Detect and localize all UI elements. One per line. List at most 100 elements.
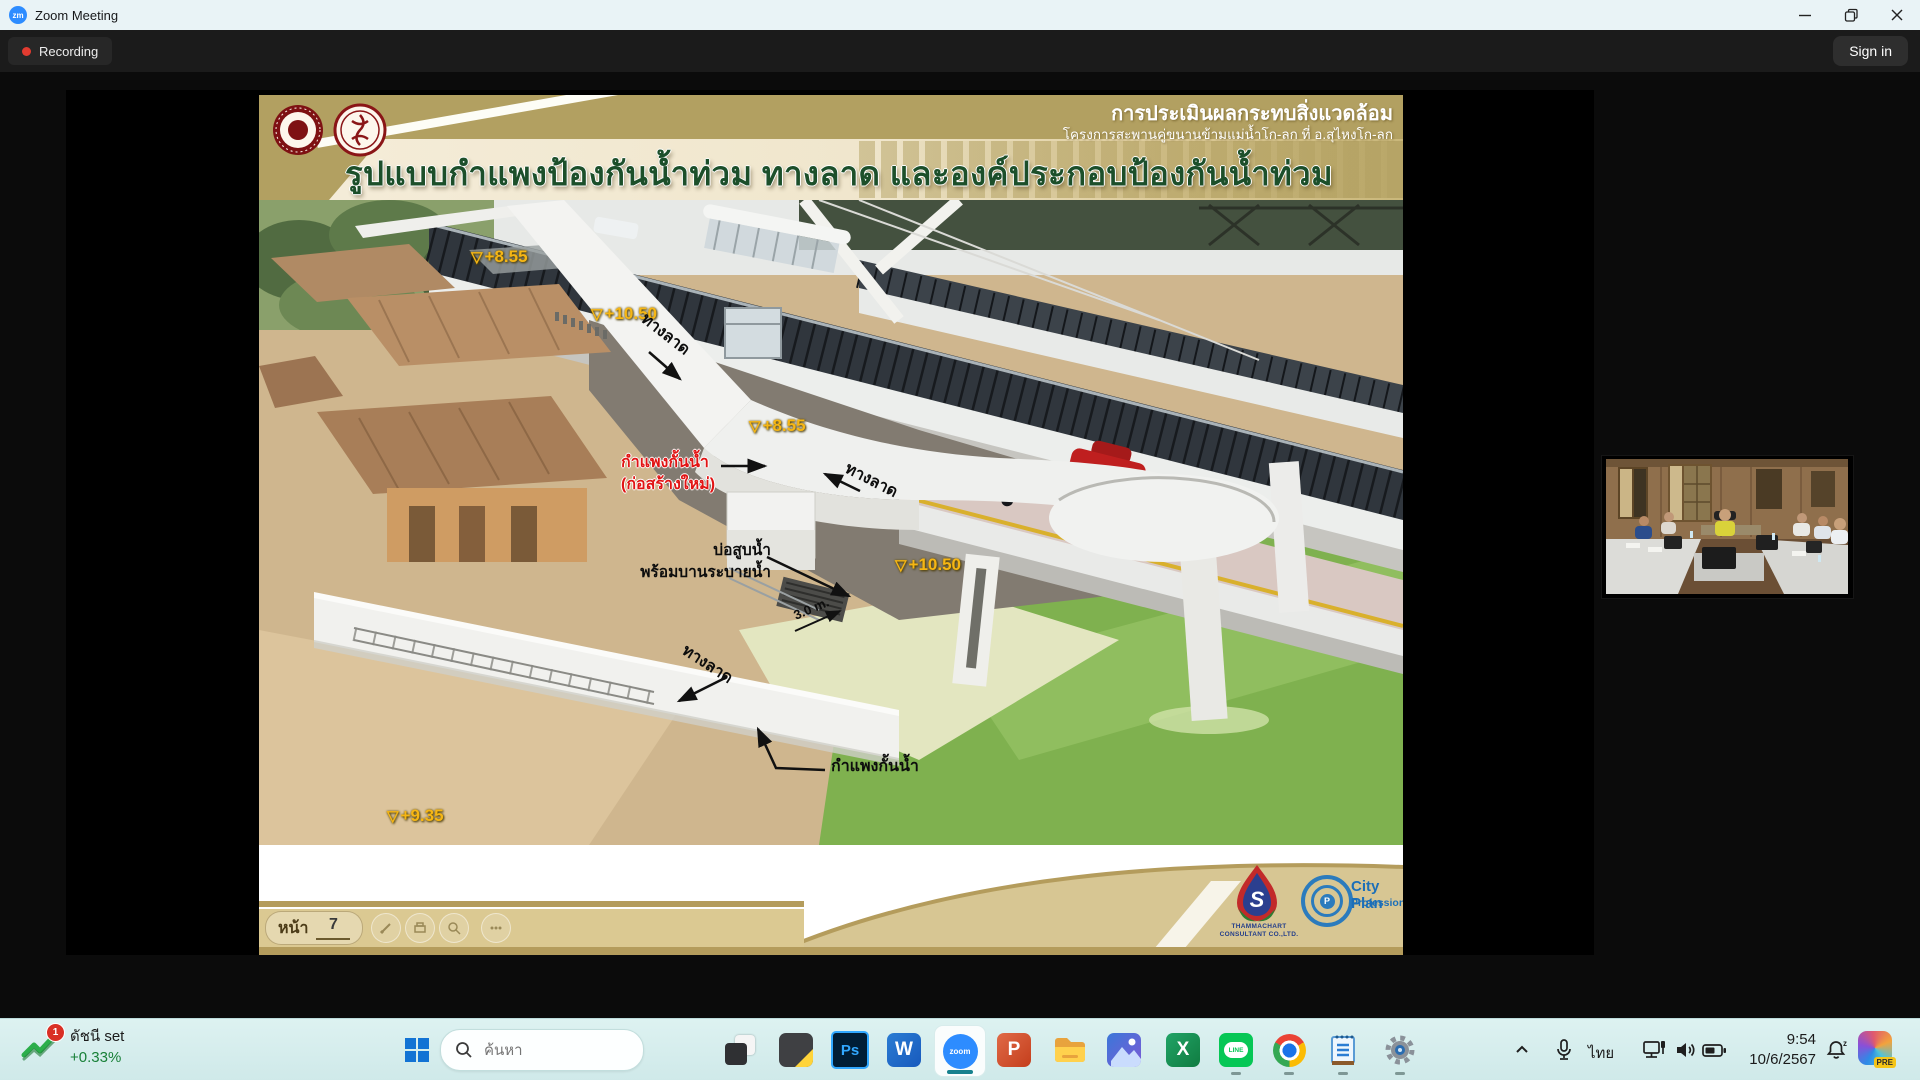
- meeting-toolbar: Recording Sign in: [0, 30, 1920, 72]
- widget-badge: 1: [46, 1023, 65, 1042]
- language-indicator[interactable]: ไทย: [1588, 1041, 1614, 1065]
- elevation-marker: ▽+10.50: [895, 555, 961, 575]
- network-tray-button[interactable]: [1638, 1033, 1670, 1067]
- search-tool-icon[interactable]: [439, 913, 469, 943]
- taskbar: 1 ดัชนี set +0.33% Ps: [0, 1018, 1920, 1080]
- recording-label: Recording: [39, 44, 98, 59]
- shared-screen: การประเมินผลกระทบสิ่งแวดล้อม โครงการสะพา…: [66, 90, 1594, 955]
- photos-button[interactable]: [1101, 1027, 1147, 1073]
- sign-in-button[interactable]: Sign in: [1833, 36, 1908, 66]
- photoshop-button[interactable]: Ps: [827, 1027, 873, 1073]
- thammachart-logo-text: THAMMACHART CONSULTANT CO.,LTD.: [1197, 923, 1321, 939]
- slide-footer: หน้า 7: [259, 845, 1403, 955]
- clock[interactable]: 9:54 10/6/2567: [1736, 1030, 1816, 1070]
- speaker-icon: [1674, 1039, 1698, 1061]
- task-view-icon: [725, 1035, 755, 1065]
- widgets-button[interactable]: 1 ดัชนี set +0.33%: [20, 1026, 124, 1068]
- cityplan-logo-icon: P: [1301, 875, 1353, 927]
- window-titlebar: zm Zoom Meeting: [0, 0, 1920, 30]
- notes-app-button[interactable]: [773, 1027, 819, 1073]
- notepad-button[interactable]: [1320, 1027, 1366, 1073]
- restore-button[interactable]: [1828, 0, 1874, 30]
- floodwall-label: กำแพงกั้นน้ำ: [831, 756, 919, 778]
- cityplan-logo-sub: Professional: [1351, 897, 1403, 909]
- stock-change: +0.33%: [70, 1047, 124, 1068]
- chrome-icon: [1273, 1034, 1306, 1067]
- svg-text:z: z: [1843, 1039, 1847, 1048]
- page-number[interactable]: 7: [316, 916, 350, 940]
- elevation-triangle-icon: ▽: [471, 249, 483, 266]
- slide-header: การประเมินผลกระทบสิ่งแวดล้อม โครงการสะพา…: [259, 95, 1403, 200]
- chrome-button[interactable]: [1266, 1027, 1312, 1073]
- file-explorer-icon: [1053, 1035, 1087, 1065]
- microphone-tray-button[interactable]: [1548, 1033, 1580, 1067]
- program-title: การประเมินผลกระทบสิ่งแวดล้อม: [1063, 102, 1393, 126]
- edit-tool-icon[interactable]: [371, 913, 401, 943]
- elevation-triangle-icon: ▽: [749, 418, 761, 435]
- photoshop-icon: Ps: [831, 1031, 869, 1069]
- search-icon: [455, 1041, 473, 1059]
- elevation-triangle-icon: ▽: [591, 306, 603, 323]
- zoom-app-icon: zm: [9, 6, 27, 24]
- copilot-pre-badge: PRE: [1874, 1057, 1896, 1068]
- active-app-indicator: [947, 1070, 973, 1074]
- line-icon: LINE: [1219, 1033, 1253, 1067]
- window-title: Zoom Meeting: [35, 8, 118, 23]
- powerpoint-button[interactable]: P: [991, 1027, 1037, 1073]
- bell-dnd-icon: z: [1826, 1038, 1850, 1062]
- presentation-slide: การประเมินผลกระทบสิ่งแวดล้อม โครงการสะพา…: [259, 95, 1403, 955]
- elevation-triangle-icon: ▽: [387, 808, 399, 825]
- tray-chevron-button[interactable]: [1506, 1033, 1538, 1067]
- elevation-marker: ▽+8.55: [471, 247, 528, 267]
- running-indicator: [1338, 1072, 1348, 1075]
- pump-station-label: บ่อสูบน้ำ พร้อมบานระบายน้ำ: [631, 540, 771, 584]
- page-label: หน้า: [278, 916, 308, 941]
- word-icon: W: [887, 1033, 921, 1067]
- tray-time: 9:54: [1736, 1030, 1816, 1050]
- copilot-button[interactable]: PRE: [1858, 1031, 1892, 1065]
- seal-icon: [271, 103, 325, 157]
- recording-indicator[interactable]: Recording: [8, 37, 112, 65]
- search-input[interactable]: [482, 1041, 606, 1060]
- ethernet-icon: [1642, 1039, 1666, 1061]
- running-indicator: [1395, 1072, 1405, 1075]
- web-tool-icon[interactable]: [481, 913, 511, 943]
- settings-gear-icon: [1383, 1033, 1417, 1067]
- page-number-field[interactable]: หน้า 7: [265, 911, 363, 945]
- elevation-marker: ▽+8.55: [749, 416, 806, 436]
- new-floodwall-label: กำแพงกั้นน้ำ (ก่อสร้างใหม่): [621, 452, 715, 496]
- photos-icon: [1107, 1033, 1141, 1067]
- tray-date: 10/6/2567: [1736, 1050, 1816, 1070]
- notes-app-icon: [779, 1033, 813, 1067]
- zoom-app-button-active[interactable]: zoom: [934, 1025, 986, 1077]
- stock-title: ดัชนี set: [70, 1026, 124, 1047]
- print-tool-icon[interactable]: [405, 913, 435, 943]
- participant-video-thumbnail[interactable]: [1601, 455, 1854, 599]
- zoom-icon: zoom: [943, 1034, 978, 1069]
- running-indicator: [1231, 1072, 1241, 1075]
- excel-icon: X: [1166, 1033, 1200, 1067]
- settings-button[interactable]: [1377, 1027, 1423, 1073]
- project-title: โครงการสะพานคู่ขนานข้ามแม่น้ำโก-ลก ที่ อ…: [1063, 126, 1393, 143]
- battery-tray-button[interactable]: [1698, 1033, 1730, 1067]
- file-explorer-button[interactable]: [1047, 1027, 1093, 1073]
- word-button[interactable]: W: [881, 1027, 927, 1073]
- meeting-content-area: การประเมินผลกระทบสิ่งแวดล้อม โครงการสะพา…: [0, 72, 1920, 1018]
- notifications-button[interactable]: z: [1822, 1033, 1854, 1067]
- elevation-triangle-icon: ▽: [895, 557, 907, 574]
- header-program-block: การประเมินผลกระทบสิ่งแวดล้อม โครงการสะพา…: [1063, 102, 1393, 143]
- thammachart-logo-icon: S: [1231, 863, 1283, 923]
- minimize-button[interactable]: [1782, 0, 1828, 30]
- taskbar-search[interactable]: [440, 1029, 644, 1071]
- line-button[interactable]: LINE: [1213, 1027, 1259, 1073]
- bridge-scene-art: [259, 200, 1403, 845]
- excel-button[interactable]: X: [1160, 1027, 1206, 1073]
- start-button[interactable]: [394, 1027, 440, 1073]
- meeting-room-video: [1606, 459, 1848, 594]
- task-view-button[interactable]: [717, 1027, 763, 1073]
- recording-dot-icon: [22, 47, 31, 56]
- running-indicator: [1284, 1072, 1294, 1075]
- notepad-icon: [1329, 1034, 1357, 1066]
- chevron-up-icon: [1513, 1041, 1531, 1059]
- close-button[interactable]: [1874, 0, 1920, 30]
